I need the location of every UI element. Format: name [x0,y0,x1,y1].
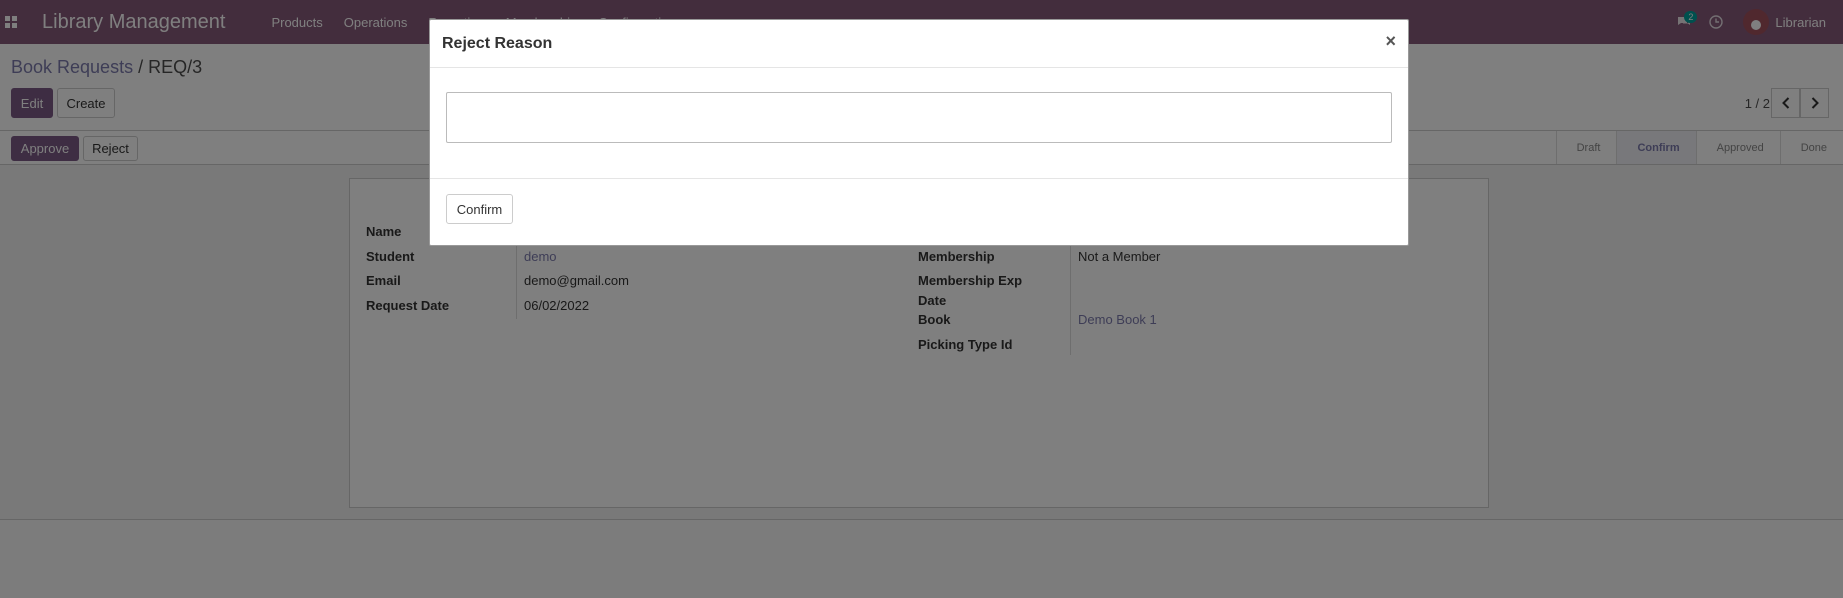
modal-footer: Confirm [430,178,1408,246]
reject-reason-dialog: Reject Reason × Confirm [429,19,1409,246]
close-icon[interactable]: × [1385,31,1396,52]
modal-title: Reject Reason [442,35,553,52]
confirm-button[interactable]: Confirm [446,194,513,224]
modal-header: Reject Reason × [430,20,1408,68]
reject-reason-input[interactable] [446,92,1392,143]
